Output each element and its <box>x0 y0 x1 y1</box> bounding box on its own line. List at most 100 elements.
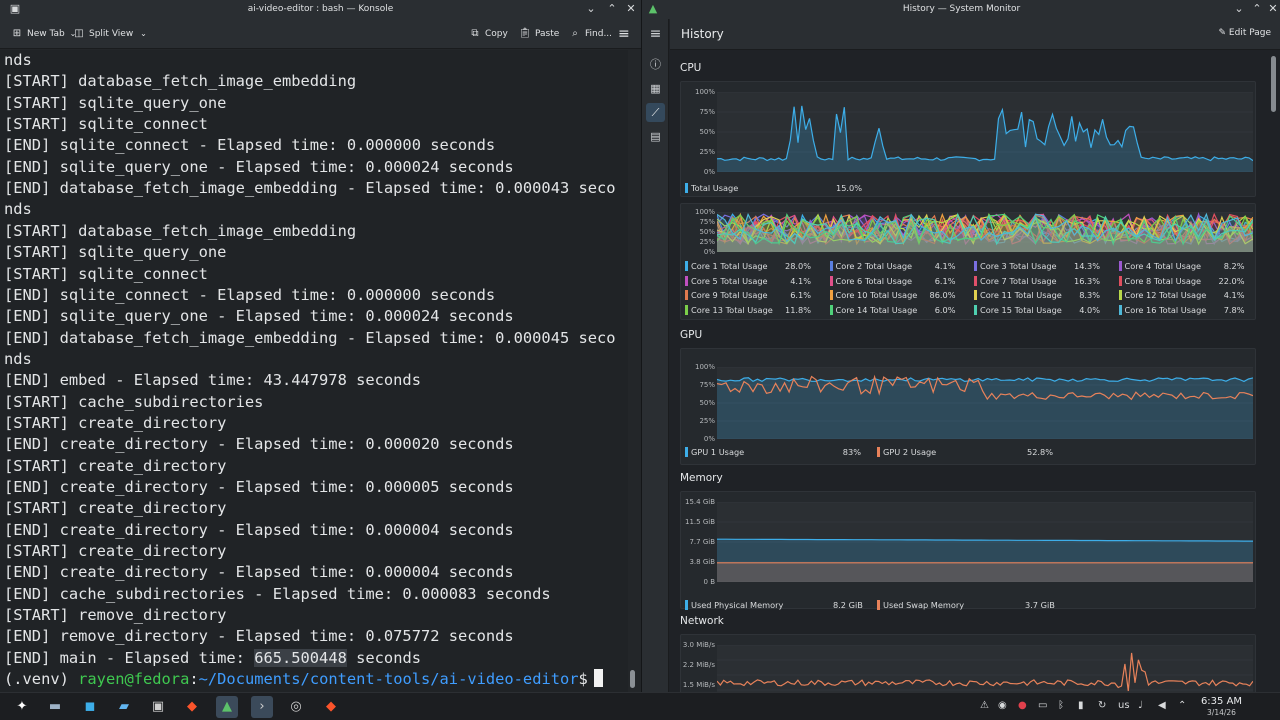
konsole-icon[interactable]: ▣ <box>147 696 169 718</box>
konsole-window: ai-video-editor : bash — Konsole ▣ ⌄ ⌃ ✕… <box>0 0 641 692</box>
terminal-line: [START] create_directory <box>4 499 227 518</box>
system-monitor-app-icon: ▲ <box>648 2 658 15</box>
axis-tick-label: 25% <box>699 417 715 425</box>
close-icon[interactable]: ✕ <box>1266 2 1280 16</box>
axis-tick-label: 50% <box>699 228 715 236</box>
legend-item: Core 3 Total Usage 14.3% <box>974 261 1100 271</box>
cpu-cores-chart <box>716 211 1254 253</box>
swap-memory-area <box>717 562 1253 582</box>
history-page-icon[interactable]: ⟋ <box>646 103 665 122</box>
chevron-down-icon: ⌄ <box>140 29 147 38</box>
axis-tick-label: 50% <box>699 128 715 136</box>
axis-tick-label: 75% <box>699 381 715 389</box>
tray-expand-icon[interactable]: ⌃ <box>1178 699 1186 713</box>
terminal-line: [END] create_directory - Elapsed time: 0… <box>4 435 514 454</box>
find-button[interactable]: ⌕ Find... <box>568 26 612 42</box>
terminal-line: [END] remove_directory - Elapsed time: 0… <box>4 627 514 646</box>
network-card: 3.0 MiB/s 2.2 MiB/s 1.5 MiB/s <box>680 634 1256 692</box>
gpu-section-title: GPU <box>680 329 703 341</box>
new-tab-button[interactable]: ⊞ New Tab ⌄ <box>10 26 77 42</box>
bluetooth-icon[interactable]: ᛒ <box>1058 699 1064 713</box>
close-icon[interactable]: ✕ <box>624 2 638 16</box>
legend-swatch <box>974 261 977 271</box>
legend-item: Core 6 Total Usage 6.1% <box>829 275 956 286</box>
volume-icon[interactable]: ◀ <box>1158 699 1166 713</box>
record-icon[interactable]: ● <box>1018 699 1027 713</box>
terminal-line: [END] database_fetch_image_embedding - E… <box>4 328 616 347</box>
clock-date[interactable]: 3/14/26 <box>1199 708 1244 717</box>
app-launcher-icon[interactable]: ✦ <box>11 696 33 718</box>
terminal-scrollbar[interactable] <box>628 50 641 692</box>
terminal-line: [END] sqlite_connect - Elapsed time: 0.0… <box>4 285 496 304</box>
system-monitor-task-icon[interactable]: ▲ <box>216 696 238 718</box>
scrollbar-thumb[interactable] <box>630 670 635 688</box>
notifications-icon[interactable]: ⚠ <box>980 699 989 713</box>
scrollbar-thumb[interactable] <box>1271 56 1276 112</box>
konsole-titlebar[interactable]: ai-video-editor : bash — Konsole ▣ ⌄ ⌃ ✕ <box>0 0 641 19</box>
axis-tick-label: 100% <box>694 208 715 216</box>
sysmon-titlebar[interactable]: History — System Monitor ▲ ⌄ ⌃ ✕ <box>642 0 1280 19</box>
hamburger-menu-icon[interactable]: ≡ <box>646 25 665 44</box>
disk-icon[interactable]: ▮ <box>1078 699 1084 713</box>
network-chart <box>716 644 1254 692</box>
terminal-output[interactable]: nds [START] database_fetch_image_embeddin… <box>0 50 628 692</box>
history-page[interactable]: CPU 100% 75% 50% 25% 0% Total Usage 15.0% 10… <box>670 50 1268 692</box>
memory-chart <box>717 501 1253 583</box>
maximize-icon[interactable]: ⌃ <box>605 2 619 16</box>
hamburger-menu-icon[interactable]: ≡ <box>618 26 630 42</box>
axis-tick-label: 75% <box>699 108 715 116</box>
terminal-line: [END] sqlite_query_one - Elapsed time: 0… <box>4 307 514 326</box>
gpu-plot <box>716 366 1254 440</box>
terminal-line: [START] create_directory <box>4 542 227 561</box>
axis-tick-label: 2.2 MiB/s <box>682 661 715 669</box>
terminal-line: [END] create_directory - Elapsed time: 0… <box>4 520 514 539</box>
brave-icon[interactable]: ◆ <box>320 696 342 718</box>
axis-tick-label: 50% <box>699 399 715 407</box>
updates-icon[interactable]: ↻ <box>1098 699 1106 713</box>
page-title: History <box>681 27 724 41</box>
minimize-icon[interactable]: ⌄ <box>584 2 598 16</box>
paste-button[interactable]: 📋︎ Paste <box>518 26 560 42</box>
minimize-icon[interactable]: ⌄ <box>1232 2 1246 16</box>
shell-prompt[interactable]: (.venv) rayen@fedora:~/Documents/content… <box>4 669 603 690</box>
legend-swatch <box>974 275 977 286</box>
clock-time[interactable]: 6:35 AM <box>1199 696 1244 707</box>
new-tab-icon: ⊞ <box>12 28 22 39</box>
legend-item: Total Usage 15.0% <box>685 183 862 193</box>
overview-page-icon[interactable]: ⓘ <box>646 55 665 74</box>
obs-icon[interactable]: ◎ <box>285 696 307 718</box>
split-view-icon: ◫ <box>74 28 84 39</box>
legend-item: Used Physical Memory 8.2 GiB <box>685 600 863 610</box>
microphone-icon[interactable]: ♩ <box>1138 699 1143 713</box>
dolphin-icon[interactable]: ▰ <box>113 696 135 718</box>
gpu-chart <box>716 366 1254 440</box>
legend-item: Core 11 Total Usage 8.3% <box>974 290 1100 301</box>
legend-item: Core 8 Total Usage 22.0% <box>1118 275 1245 286</box>
applications-page-icon[interactable]: ▦ <box>646 79 665 98</box>
axis-tick-label: 100% <box>694 363 715 371</box>
terminal-line: [START] sqlite_connect <box>4 264 208 283</box>
memory-card: 15.4 GiB 11.5 GiB 7.7 GiB 3.8 GiB 0 B Used P… <box>680 491 1256 610</box>
pager-icon[interactable]: ▬ <box>44 696 66 718</box>
clipboard-icon[interactable]: ▭ <box>1038 699 1047 713</box>
split-view-button[interactable]: ◫ Split View ⌄ <box>72 26 147 42</box>
desktop: ai-video-editor : bash — Konsole ▣ ⌄ ⌃ ✕… <box>0 0 1280 720</box>
legend-item: Core 1 Total Usage 28.0% <box>685 261 811 271</box>
terminal-task-icon[interactable]: › <box>251 696 273 718</box>
network-section-title: Network <box>680 615 724 627</box>
legend-item: Core 7 Total Usage 16.3% <box>974 275 1100 286</box>
edit-page-button[interactable]: ✎ Edit Page <box>1219 28 1271 38</box>
copy-button[interactable]: ⧉ Copy <box>468 26 507 42</box>
legend-item: Core 12 Total Usage 4.1% <box>1118 290 1245 301</box>
axis-tick-label: 100% <box>694 88 715 96</box>
discover-icon[interactable]: ◼ <box>79 696 101 718</box>
steam-icon[interactable]: ◉ <box>998 699 1007 713</box>
brave-icon[interactable]: ◆ <box>181 696 203 718</box>
maximize-icon[interactable]: ⌃ <box>1250 2 1264 16</box>
legend-item: Core 4 Total Usage 8.2% <box>1118 261 1245 271</box>
history-scrollbar[interactable] <box>1268 50 1280 692</box>
legend-item: Core 13 Total Usage 11.8% <box>685 305 811 316</box>
terminal-line: nds <box>4 200 32 219</box>
keyboard-layout[interactable]: us <box>1118 699 1130 713</box>
processes-page-icon[interactable]: ▤ <box>646 127 665 146</box>
